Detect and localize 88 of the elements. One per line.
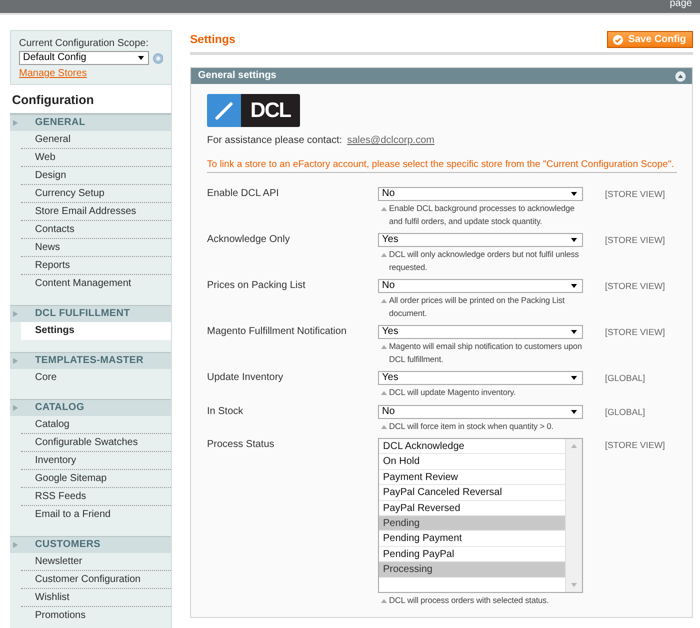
panel-title: General settings — [198, 69, 276, 83]
field-note: Magento will email ship notification to customers upon DCL fulfillment. — [378, 340, 583, 365]
field-label: Update Inventory — [207, 371, 284, 385]
scope-label: Current Configuration Scope: — [19, 38, 150, 50]
sidebar-item[interactable]: News — [21, 239, 171, 257]
sidebar-item[interactable]: Content Management — [21, 275, 171, 293]
sidebar-item[interactable]: General — [21, 131, 171, 149]
triangle-icon — [381, 391, 387, 395]
email-link[interactable]: sales@dclcorp.com — [347, 135, 434, 146]
collapse-icon[interactable] — [675, 70, 686, 82]
field-note: All order prices will be printed on the Packing List document. — [378, 294, 583, 319]
sidebar-item[interactable]: Contacts — [21, 221, 171, 239]
sidebar-item[interactable]: Design — [21, 167, 171, 185]
section-header[interactable]: CUSTOMERS — [10, 536, 171, 553]
sidebar-item[interactable]: RSS Feeds — [21, 488, 171, 506]
sidebar-item[interactable]: Promotions — [21, 607, 171, 625]
triangle-icon — [13, 358, 18, 364]
field-note: DCL will force item in stock when quantity > 0. — [378, 420, 583, 432]
field-label: Prices on Packing List — [207, 279, 306, 293]
scope-text: [STORE VIEW] — [605, 326, 666, 339]
dcl-logo: DCL — [207, 94, 300, 127]
scope-text: [STORE VIEW] — [605, 280, 666, 293]
sidebar-item[interactable]: Reports — [21, 257, 171, 275]
triangle-icon — [13, 542, 18, 548]
sidebar-item[interactable]: Customer Configuration — [21, 571, 171, 589]
sidebar-item[interactable]: Settings — [21, 322, 171, 340]
triangle-icon — [13, 405, 18, 411]
select-field[interactable]: Yes — [378, 325, 583, 339]
notice-text: To link a store to an eFactory account, please select the specific store from the "Current Configuration Scope". — [207, 159, 677, 173]
list-option[interactable]: Payment Review — [379, 470, 565, 486]
sidebar-item[interactable]: Email to a Friend — [21, 506, 171, 524]
assistance-text: For assistance please contact: — [207, 135, 342, 146]
section-header[interactable]: GENERAL — [10, 114, 171, 131]
select-field[interactable]: No — [378, 279, 583, 293]
field-note: Enable DCL background processes to acknowledge and fulfil orders, and update stock quantity. — [378, 202, 583, 227]
scrollbar[interactable] — [565, 439, 582, 592]
sidebar-item[interactable]: Catalog — [21, 416, 171, 434]
page-text: page — [670, 0, 692, 10]
scope-text: [STORE VIEW] — [605, 234, 666, 247]
multiselect-list[interactable]: DCL Acknowledge On Hold Payment Review PayPal Canceled Reversal PayPal Reversed Pending Pending Payment Pending PayPal Processing — [378, 438, 583, 593]
sidebar-item[interactable]: Web — [21, 149, 171, 167]
scope-text: [GLOBAL] — [605, 406, 646, 419]
scope-text: [STORE VIEW] — [605, 188, 666, 201]
select-field[interactable]: No — [378, 187, 583, 201]
field-label: Process Status — [207, 438, 276, 452]
sidebar-item[interactable]: Store Email Addresses — [21, 203, 171, 221]
panel-header[interactable]: General settings — [191, 68, 692, 84]
scope-select[interactable]: Default Config — [19, 51, 149, 65]
section-header[interactable]: CATALOG — [10, 399, 171, 416]
section-header[interactable]: TEMPLATES-MASTER — [10, 352, 171, 369]
triangle-icon — [381, 253, 387, 257]
checkmark-icon — [613, 34, 624, 44]
list-option[interactable]: Processing — [379, 562, 565, 578]
field-label: Enable DCL API — [207, 187, 280, 201]
triangle-icon — [13, 120, 18, 126]
triangle-icon — [13, 311, 18, 317]
select-field[interactable]: No — [378, 404, 583, 418]
sidebar-item[interactable]: Wishlist — [21, 589, 171, 607]
select-field[interactable]: Yes — [378, 233, 583, 247]
list-option[interactable]: On Hold — [379, 454, 565, 470]
list-option[interactable]: PayPal Canceled Reversal — [379, 485, 565, 501]
sidebar-item[interactable]: Newsletter — [21, 553, 171, 571]
triangle-icon — [381, 207, 387, 211]
help-icon[interactable] — [152, 52, 163, 64]
sidebar-item[interactable]: Inventory — [21, 452, 171, 470]
field-note: DCL will process orders with selected status. — [378, 594, 583, 606]
scope-text: [STORE VIEW] — [605, 439, 666, 452]
sidebar-item[interactable]: Configurable Swatches — [21, 434, 171, 452]
field-label: Acknowledge Only — [207, 233, 291, 247]
triangle-icon — [381, 345, 387, 349]
field-note: DCL will only acknowledge orders but not fulfil unless requested. — [378, 248, 583, 273]
triangle-icon — [381, 299, 387, 303]
list-option[interactable]: Pending — [379, 516, 565, 532]
field-note: DCL will update Magento inventory. — [378, 386, 583, 398]
field-label: In Stock — [207, 404, 244, 418]
page-title: Settings — [190, 34, 236, 46]
list-option[interactable]: Pending Payment — [379, 531, 565, 547]
sidebar-item[interactable]: Google Sitemap — [21, 470, 171, 488]
list-option[interactable]: DCL Acknowledge — [379, 439, 565, 454]
sidebar-item[interactable]: Core — [21, 369, 171, 387]
select-field[interactable]: Yes — [378, 371, 583, 385]
scope-text: [GLOBAL] — [605, 372, 646, 385]
section-header[interactable]: DCL FULFILLMENT — [10, 305, 171, 322]
triangle-icon — [381, 424, 387, 428]
sidebar-heading: Configuration — [10, 85, 172, 114]
triangle-icon — [381, 599, 387, 603]
sidebar-item[interactable]: Currency Setup — [21, 185, 171, 203]
field-label: Magento Fulfillment Notification — [207, 325, 348, 339]
